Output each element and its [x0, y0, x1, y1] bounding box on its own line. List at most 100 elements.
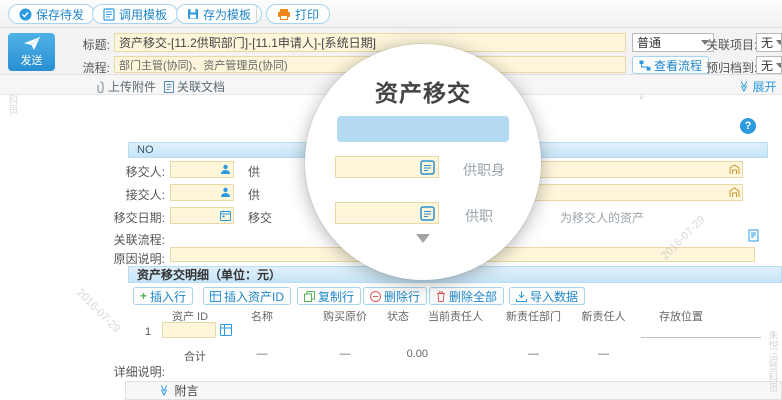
minus-circle-icon: [370, 291, 381, 302]
asset-picker-icon[interactable]: [220, 324, 232, 336]
postscript-label: 附言: [175, 382, 199, 399]
cut-label: 供: [248, 163, 260, 180]
import-data-label: 导入数据: [530, 288, 578, 305]
priority-value: 普通: [637, 34, 661, 51]
no-field-label: NO: [137, 144, 154, 156]
call-template-label: 调用模板: [119, 6, 167, 23]
pre-archive-label: 预归档到:: [706, 59, 757, 76]
delete-all-button[interactable]: 删除全部: [429, 287, 504, 305]
save-pending-button[interactable]: 保存待发: [8, 4, 95, 24]
delete-all-label: 删除全部: [449, 288, 497, 305]
asset-transfer-form-page: 2016-07-29 2016-07-29 2016-07-29 朱悦 运营科员…: [0, 0, 782, 400]
save-pending-icon: [19, 8, 32, 21]
magnified-form-title: 资产移交: [305, 74, 541, 108]
total-amount: 0.00: [373, 348, 428, 360]
related-flow-label: 关联流程:: [95, 231, 165, 248]
magnifier-overlay: 资产移交 供职身 供职: [305, 44, 541, 280]
upload-attachment-link[interactable]: 上传附件: [96, 78, 156, 95]
org-picker-icon[interactable]: [729, 187, 740, 198]
watermark-date: 2016-07-29: [74, 287, 122, 335]
person-picker-icon[interactable]: [220, 164, 231, 175]
save-pending-label: 保存待发: [36, 6, 84, 23]
receiver-label: 接交人:: [95, 186, 165, 203]
expand-label: 展开: [753, 78, 777, 95]
row-index: 1: [142, 326, 154, 338]
magnified-ghost-text: 供职: [465, 206, 493, 226]
title-input[interactable]: [114, 33, 626, 52]
col-status: 状态: [373, 308, 423, 324]
related-document-label: 关联文档: [177, 78, 225, 95]
postscript-bar[interactable]: ≫ 附言: [125, 381, 782, 400]
flow-label: 流程:: [56, 59, 110, 76]
calendar-icon[interactable]: [220, 210, 231, 221]
insert-asset-id-button[interactable]: 插入资产ID: [203, 287, 291, 305]
related-project-value: 无: [761, 34, 773, 51]
flow-chart-icon: [639, 60, 651, 71]
toolbar-divider: [256, 6, 257, 22]
priority-select[interactable]: 普通: [632, 33, 714, 52]
insert-asset-id-label: 插入资产ID: [224, 288, 284, 305]
related-document-link[interactable]: 关联文档: [164, 78, 225, 95]
person-picker-icon[interactable]: [220, 187, 231, 198]
save-as-template-label: 存为模板: [203, 6, 251, 23]
print-button[interactable]: 打印: [266, 4, 330, 24]
grid-icon: [210, 291, 221, 302]
detail-description-label: 详细说明:: [95, 363, 165, 380]
col-new-dept: 新责任部门: [496, 308, 571, 324]
cut-label: 供: [248, 186, 260, 203]
dropdown-arrow-icon: [776, 40, 782, 45]
insert-row-button[interactable]: + 插入行: [133, 287, 193, 305]
related-project-select[interactable]: 无: [756, 33, 782, 52]
org-picker-icon: [420, 206, 435, 221]
transferor-label: 移交人:: [95, 163, 165, 180]
expand-toggle[interactable]: ≫ 展开: [738, 78, 777, 95]
col-new-owner: 新责任人: [571, 308, 636, 324]
title-label: 标题:: [56, 36, 110, 53]
detail-section-title: 资产移交明细（单位：元）: [137, 266, 281, 283]
view-flow-button[interactable]: 查看流程: [632, 56, 709, 74]
total-current: —: [496, 348, 571, 360]
pre-archive-value: 无: [761, 57, 773, 74]
reason-label: 原因说明:: [95, 250, 165, 267]
col-current-owner: 当前责任人: [418, 308, 493, 324]
location-input[interactable]: [641, 322, 761, 338]
total-label: 合计: [175, 348, 215, 364]
transfer-hint-text: 为移交人的资产: [560, 209, 644, 226]
plus-icon: +: [140, 289, 147, 303]
import-data-button[interactable]: 导入数据: [509, 287, 585, 305]
save-as-template-button[interactable]: 存为模板: [176, 4, 262, 24]
transfer-date-label: 移交日期:: [95, 209, 165, 226]
save-disk-icon: [187, 8, 199, 20]
total-name: —: [222, 348, 302, 360]
call-template-button[interactable]: 调用模板: [92, 4, 178, 24]
trash-icon: [436, 291, 446, 302]
cut-label: 移交: [248, 209, 272, 226]
insert-row-label: 插入行: [150, 288, 186, 305]
chevron-double-down-icon: ≫: [737, 81, 750, 93]
related-flow-doc-icon[interactable]: [748, 229, 760, 242]
print-label: 打印: [295, 6, 319, 23]
pre-archive-select[interactable]: 无: [756, 56, 782, 74]
total-dept: —: [571, 348, 636, 360]
send-button[interactable]: 发送: [8, 33, 55, 71]
printer-icon: [277, 8, 291, 21]
copy-icon: [304, 291, 315, 302]
import-icon: [516, 291, 527, 302]
magnified-input: [335, 202, 439, 224]
asset-id-input[interactable]: [162, 322, 216, 338]
paper-plane-icon: [23, 36, 41, 51]
help-icon[interactable]: ?: [740, 118, 756, 134]
dropdown-arrow-icon: [776, 63, 782, 68]
upload-attachment-label: 上传附件: [108, 78, 156, 95]
copy-row-button[interactable]: 复制行: [297, 287, 361, 305]
pointer-triangle-icon: [416, 234, 430, 243]
top-toolbar: 保存待发 调用模板 存为模板 打印: [0, 0, 782, 28]
magnified-highlight-field: [337, 116, 509, 142]
col-name: 名称: [222, 308, 302, 324]
paperclip-icon: [96, 81, 105, 93]
delete-row-button[interactable]: 删除行: [363, 287, 427, 305]
chevron-double-down-icon: ≫: [157, 385, 170, 397]
send-label: 发送: [21, 52, 43, 68]
related-project-label: 关联项目:: [706, 36, 757, 53]
org-picker-icon[interactable]: [729, 164, 740, 175]
